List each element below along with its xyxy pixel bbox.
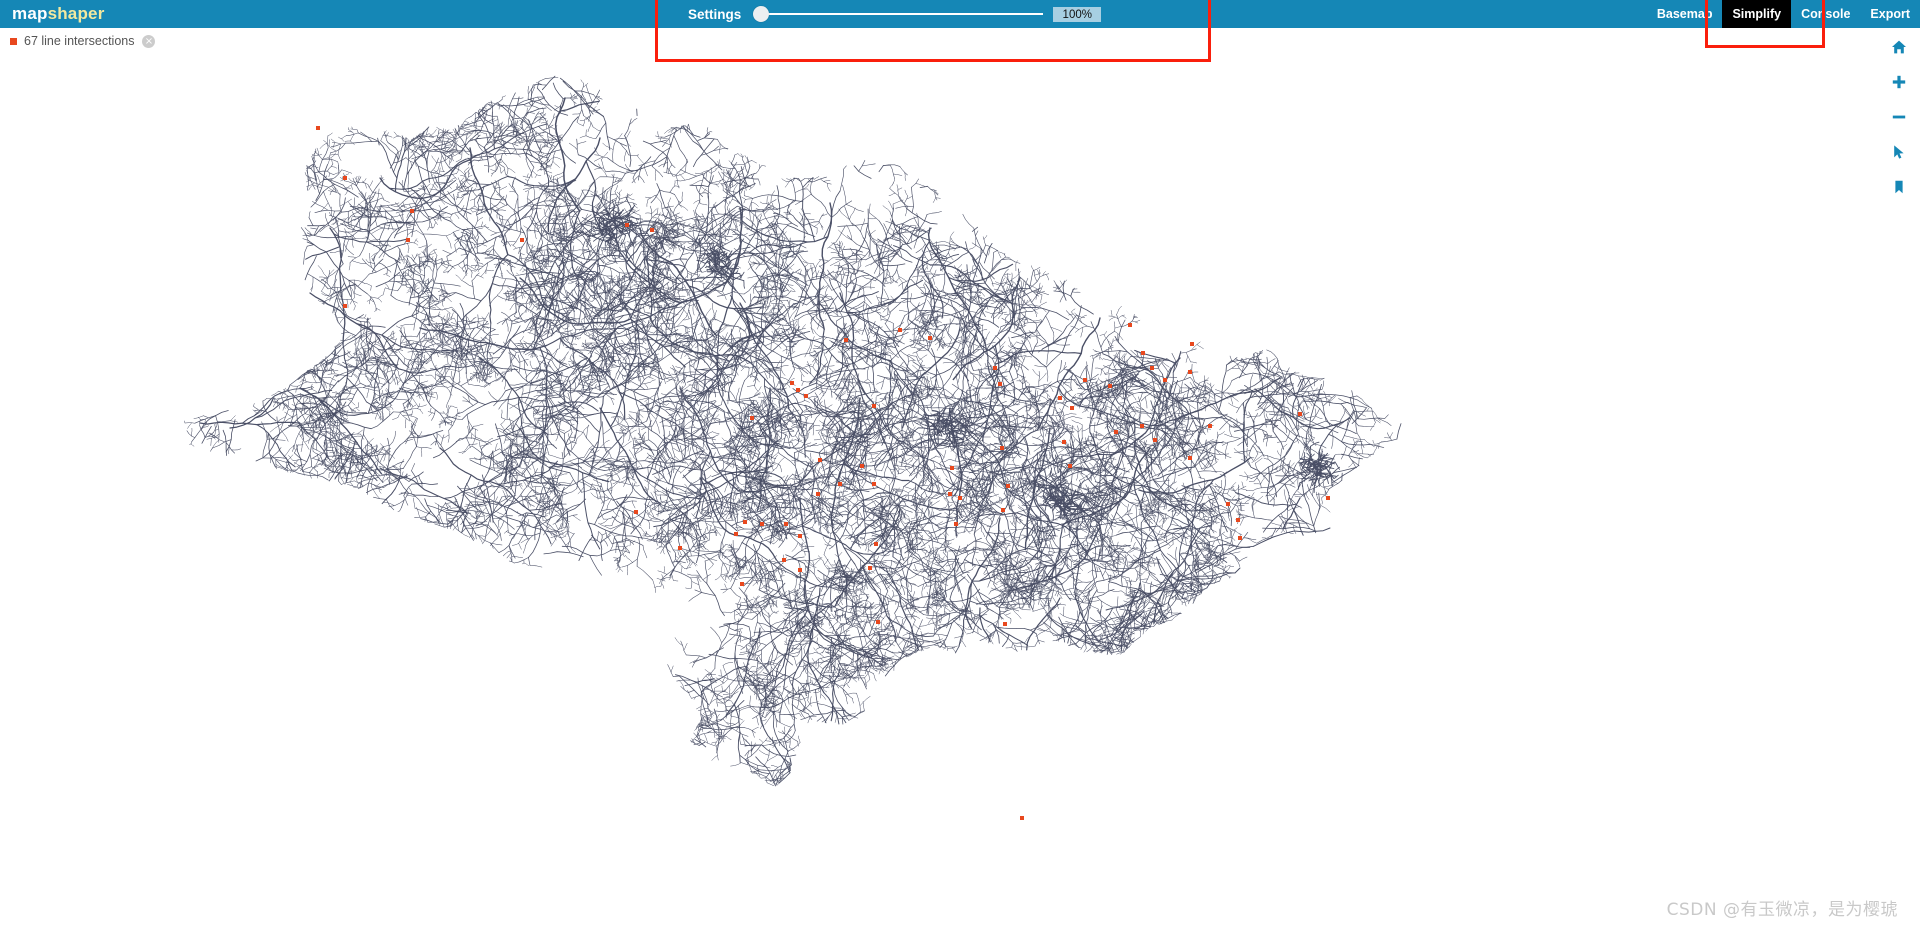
- cursor-icon[interactable]: [1888, 141, 1910, 163]
- menu-item-basemap[interactable]: Basemap: [1647, 0, 1723, 28]
- intersection-marker[interactable]: [804, 394, 808, 398]
- intersection-marker[interactable]: [784, 522, 788, 526]
- intersection-marker[interactable]: [734, 532, 738, 536]
- intersection-marker[interactable]: [1083, 378, 1087, 382]
- intersection-marker[interactable]: [343, 176, 347, 180]
- intersection-marker[interactable]: [743, 520, 747, 524]
- simplify-slider[interactable]: [753, 0, 1044, 28]
- river-network-layer: [0, 28, 1920, 930]
- app-logo[interactable]: mapshaper: [12, 0, 105, 28]
- simplify-slider-handle[interactable]: [753, 6, 770, 22]
- top-menu: Basemap Simplify Console Export: [1647, 0, 1920, 28]
- intersection-marker[interactable]: [410, 209, 414, 213]
- intersection-marker[interactable]: [874, 542, 878, 546]
- intersection-marker[interactable]: [1020, 816, 1024, 820]
- watermark-text: CSDN @有玉微凉，是为樱琥: [1666, 900, 1898, 920]
- intersection-marker[interactable]: [1001, 508, 1005, 512]
- intersection-marker[interactable]: [1140, 424, 1144, 428]
- intersection-marker[interactable]: [650, 228, 654, 232]
- intersection-marker[interactable]: [898, 328, 902, 332]
- intersection-marker[interactable]: [1150, 366, 1154, 370]
- intersection-marker[interactable]: [1006, 484, 1010, 488]
- intersection-marker[interactable]: [868, 566, 872, 570]
- intersection-marker[interactable]: [1163, 378, 1167, 382]
- menu-item-export[interactable]: Export: [1860, 0, 1920, 28]
- home-icon[interactable]: [1888, 36, 1910, 58]
- intersection-marker[interactable]: [796, 388, 800, 392]
- intersection-marker[interactable]: [760, 522, 764, 526]
- intersection-status-bar: 67 line intersections ×: [0, 28, 156, 54]
- intersection-marker[interactable]: [634, 510, 638, 514]
- intersection-marker[interactable]: [750, 416, 754, 420]
- top-bar: mapshaper Settings 100% Basemap Simplify…: [0, 0, 1920, 28]
- intersection-marker[interactable]: [1188, 456, 1192, 460]
- intersection-marker[interactable]: [1226, 502, 1230, 506]
- intersection-marker[interactable]: [948, 492, 952, 496]
- intersection-color-swatch: [10, 37, 17, 45]
- intersection-marker[interactable]: [1236, 518, 1240, 522]
- mapshaper-app: mapshaper Settings 100% Basemap Simplify…: [0, 0, 1920, 930]
- intersection-marker[interactable]: [343, 304, 347, 308]
- minus-icon[interactable]: [1888, 106, 1910, 128]
- intersection-marker[interactable]: [950, 466, 954, 470]
- intersection-marker[interactable]: [872, 482, 876, 486]
- intersection-marker[interactable]: [818, 458, 822, 462]
- intersection-marker[interactable]: [1326, 496, 1330, 500]
- intersection-marker[interactable]: [844, 338, 848, 342]
- intersection-marker[interactable]: [1000, 446, 1004, 450]
- intersection-marker[interactable]: [1058, 396, 1062, 400]
- intersection-marker[interactable]: [625, 223, 629, 227]
- intersection-marker[interactable]: [872, 404, 876, 408]
- intersection-marker[interactable]: [1003, 622, 1007, 626]
- intersection-marker[interactable]: [798, 534, 802, 538]
- intersection-marker[interactable]: [316, 126, 320, 130]
- intersection-marker[interactable]: [1114, 430, 1118, 434]
- intersection-marker[interactable]: [958, 496, 962, 500]
- intersection-marker[interactable]: [1070, 406, 1074, 410]
- intersection-marker[interactable]: [1238, 536, 1242, 540]
- intersection-marker[interactable]: [1108, 384, 1112, 388]
- bookmark-icon[interactable]: [1888, 176, 1910, 198]
- intersection-marker[interactable]: [678, 546, 682, 550]
- intersection-marker[interactable]: [1298, 412, 1302, 416]
- intersection-marker[interactable]: [954, 522, 958, 526]
- intersection-marker[interactable]: [928, 336, 932, 340]
- intersection-count-label: 67 line intersections: [24, 34, 135, 48]
- plus-icon[interactable]: [1888, 71, 1910, 93]
- intersection-marker[interactable]: [993, 366, 997, 370]
- intersection-marker[interactable]: [1068, 464, 1072, 468]
- intersection-marker[interactable]: [1188, 370, 1192, 374]
- menu-item-simplify[interactable]: Simplify: [1722, 0, 1792, 28]
- intersection-marker[interactable]: [790, 381, 794, 385]
- simplify-settings-panel: Settings 100%: [655, 0, 1210, 28]
- simplify-slider-track[interactable]: [761, 13, 1044, 15]
- intersection-marker[interactable]: [876, 620, 880, 624]
- app-logo-tail: shaper: [47, 4, 105, 23]
- map-tool-buttons: [1886, 36, 1912, 198]
- map-canvas[interactable]: [0, 28, 1920, 930]
- intersection-marker[interactable]: [1128, 323, 1132, 327]
- menu-item-console[interactable]: Console: [1791, 0, 1860, 28]
- intersection-marker[interactable]: [860, 464, 864, 468]
- intersection-marker[interactable]: [520, 238, 524, 242]
- intersection-marker[interactable]: [740, 582, 744, 586]
- intersection-marker[interactable]: [1208, 424, 1212, 428]
- simplify-percent-input[interactable]: 100%: [1053, 6, 1102, 22]
- intersection-marker[interactable]: [406, 238, 410, 242]
- intersection-marker[interactable]: [816, 492, 820, 496]
- intersection-marker[interactable]: [1190, 342, 1194, 346]
- intersection-marker[interactable]: [782, 558, 786, 562]
- intersection-marker[interactable]: [1062, 440, 1066, 444]
- settings-link[interactable]: Settings: [688, 7, 741, 22]
- intersection-marker[interactable]: [798, 568, 802, 572]
- app-logo-head: map: [12, 4, 48, 23]
- close-icon[interactable]: ×: [142, 34, 156, 48]
- intersection-marker[interactable]: [998, 382, 1002, 386]
- intersection-marker[interactable]: [1153, 438, 1157, 442]
- intersection-marker[interactable]: [838, 482, 842, 486]
- intersection-marker[interactable]: [1141, 351, 1145, 355]
